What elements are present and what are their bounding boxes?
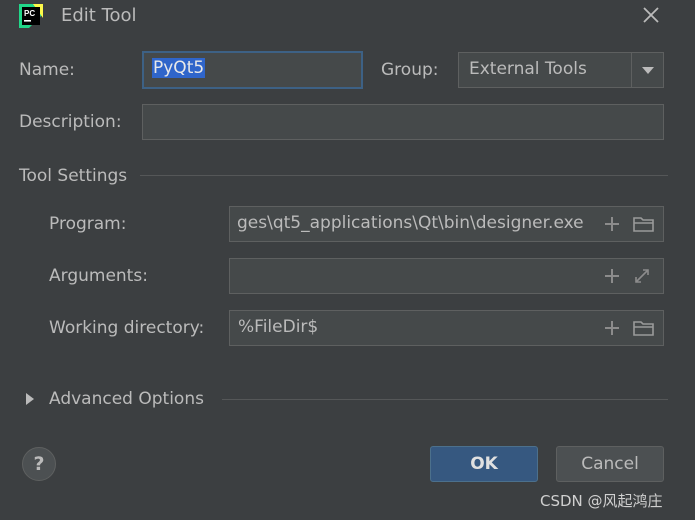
ok-button[interactable]: OK bbox=[430, 446, 538, 482]
cancel-button[interactable]: Cancel bbox=[556, 446, 664, 482]
tool-settings-heading: Tool Settings bbox=[19, 166, 128, 186]
group-select[interactable]: External Tools bbox=[458, 52, 664, 88]
title-bar: PC Edit Tool bbox=[0, 0, 695, 34]
help-button[interactable]: ? bbox=[22, 447, 56, 481]
name-value: PyQt5 bbox=[152, 58, 206, 78]
working-directory-value: %FileDir$ bbox=[238, 317, 319, 337]
group-label: Group: bbox=[381, 60, 439, 80]
program-value: ges\qt5_applications\Qt\bin\designer.exe bbox=[237, 213, 584, 233]
chevron-down-icon bbox=[642, 67, 654, 74]
close-icon[interactable] bbox=[638, 2, 664, 28]
program-input[interactable]: ges\qt5_applications\Qt\bin\designer.exe bbox=[229, 206, 664, 242]
plus-icon[interactable] bbox=[602, 214, 622, 234]
description-input[interactable] bbox=[142, 104, 664, 140]
name-input[interactable]: PyQt5 bbox=[142, 51, 363, 89]
pycharm-logo-icon: PC bbox=[19, 4, 43, 28]
group-value: External Tools bbox=[469, 59, 587, 79]
group-dropdown-button[interactable] bbox=[631, 53, 663, 87]
watermark: CSDN @风起鸿庄 bbox=[540, 492, 663, 510]
advanced-divider bbox=[222, 399, 668, 400]
expand-icon[interactable] bbox=[632, 266, 652, 286]
triangle-right-icon bbox=[26, 393, 34, 405]
advanced-options-label: Advanced Options bbox=[49, 389, 204, 409]
dialog-title: Edit Tool bbox=[61, 5, 137, 26]
working-directory-input[interactable]: %FileDir$ bbox=[229, 310, 664, 346]
folder-icon[interactable] bbox=[632, 318, 656, 338]
svg-text:PC: PC bbox=[24, 9, 35, 18]
section-divider bbox=[140, 175, 668, 176]
description-label: Description: bbox=[19, 112, 122, 132]
plus-icon[interactable] bbox=[602, 318, 622, 338]
working-directory-label: Working directory: bbox=[49, 318, 205, 338]
program-label: Program: bbox=[49, 214, 127, 234]
plus-icon[interactable] bbox=[602, 266, 622, 286]
arguments-input[interactable] bbox=[229, 258, 664, 294]
folder-icon[interactable] bbox=[632, 214, 656, 234]
name-label: Name: bbox=[19, 60, 75, 80]
arguments-label: Arguments: bbox=[49, 266, 148, 286]
advanced-options-toggle[interactable]: Advanced Options bbox=[22, 388, 222, 412]
